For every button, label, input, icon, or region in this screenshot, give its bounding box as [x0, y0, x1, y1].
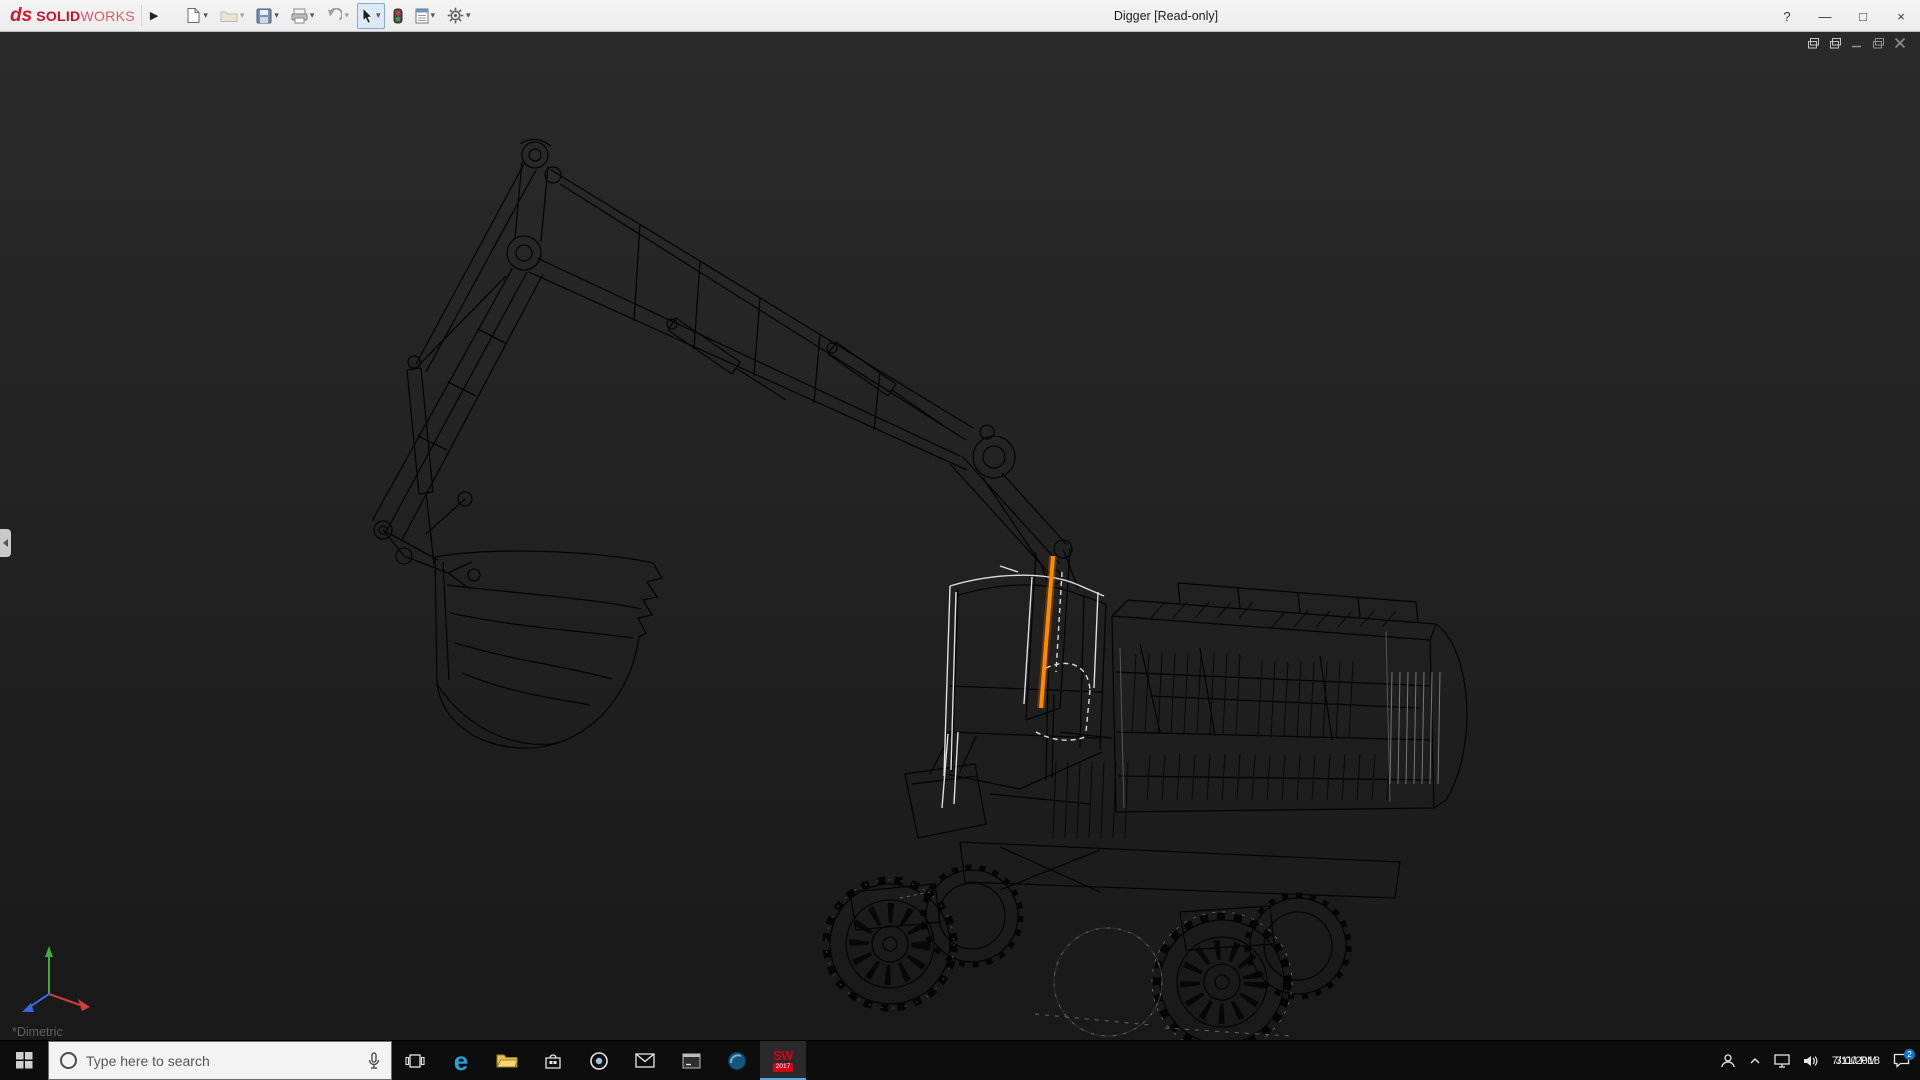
- help-icon: ?: [1783, 9, 1790, 24]
- task-view-button[interactable]: [392, 1041, 438, 1080]
- file-properties-icon: [415, 8, 429, 24]
- edge-button[interactable]: e: [438, 1041, 484, 1080]
- brand-name-bold: SOLID: [36, 8, 80, 24]
- microphone-icon[interactable]: [367, 1052, 381, 1070]
- hidden-icons-button[interactable]: [1749, 1056, 1761, 1066]
- file-explorer-button[interactable]: [484, 1041, 530, 1080]
- print-icon: [291, 8, 308, 24]
- document-window-controls: [1807, 37, 1906, 49]
- menu-flyout-button[interactable]: ▶: [141, 5, 166, 26]
- dropdown-caret-icon: ▾: [466, 11, 471, 20]
- dropdown-caret-icon: ▾: [274, 11, 279, 20]
- windows-logo-icon: [16, 1052, 33, 1069]
- system-tray: 3:00 PM 7/11/2018 2: [1720, 1041, 1920, 1080]
- chevron-left-icon: [3, 539, 8, 547]
- mail-button[interactable]: [622, 1041, 668, 1080]
- file-properties-button[interactable]: ▾: [411, 3, 440, 29]
- command-prompt-button[interactable]: [668, 1041, 714, 1080]
- orientation-triad: [4, 926, 100, 1018]
- store-bag-icon: [544, 1052, 562, 1070]
- excavator-wireframe-model[interactable]: [0, 32, 1920, 1040]
- select-button[interactable]: ▾: [357, 3, 385, 29]
- rebuild-button[interactable]: [389, 3, 407, 29]
- doc-minimize-icon[interactable]: [1851, 37, 1863, 49]
- window-controls: ? — □ ×: [1768, 0, 1920, 32]
- screen: ds SOLID WORKS ▶ ▾ ▾ ▾ ▾: [0, 0, 1920, 1080]
- folder-icon: [496, 1052, 518, 1069]
- solidworks-2017-icon: SW 2017: [773, 1049, 793, 1072]
- dropdown-caret-icon: ▾: [431, 11, 436, 20]
- rebuild-icon: [393, 8, 403, 24]
- save-icon: [256, 8, 272, 24]
- save-button[interactable]: ▾: [252, 3, 283, 29]
- ds-logo-icon: ds: [10, 5, 32, 27]
- notification-badge: 2: [1904, 1049, 1915, 1060]
- minimize-icon: —: [1819, 9, 1832, 24]
- mail-envelope-icon: [635, 1053, 655, 1068]
- network-button[interactable]: [1774, 1054, 1790, 1068]
- open-folder-icon: [220, 9, 238, 23]
- dropdown-caret-icon: ▾: [310, 11, 315, 20]
- taskbar-search[interactable]: [48, 1041, 392, 1080]
- search-input[interactable]: [86, 1053, 357, 1069]
- circle-app-button[interactable]: [576, 1041, 622, 1080]
- task-view-icon: [405, 1053, 425, 1069]
- chevron-up-icon: [1749, 1056, 1761, 1066]
- main-toolbar: ▾ ▾ ▾ ▾ ▾ ▾: [180, 0, 476, 32]
- people-icon: [1720, 1053, 1736, 1069]
- select-cursor-icon: [361, 7, 374, 24]
- collapsed-panel-tab[interactable]: [0, 529, 11, 557]
- volume-button[interactable]: [1803, 1054, 1819, 1068]
- people-button[interactable]: [1720, 1053, 1736, 1069]
- new-document-icon: [186, 7, 201, 24]
- doc-restore-icon[interactable]: [1872, 37, 1885, 49]
- minimize-button[interactable]: —: [1806, 0, 1844, 32]
- doc-window-icon[interactable]: [1807, 37, 1820, 49]
- gear-icon: [447, 7, 464, 24]
- flyout-arrow-icon: ▶: [150, 10, 158, 22]
- circle-app-icon: [589, 1051, 609, 1071]
- undo-icon: [326, 8, 342, 23]
- view-orientation-label: *Dimetric: [12, 1025, 63, 1039]
- solidworks-logo: ds SOLID WORKS: [0, 5, 141, 27]
- new-document-button[interactable]: ▾: [182, 3, 212, 29]
- maximize-icon: □: [1859, 9, 1867, 24]
- edrawings-button[interactable]: [714, 1041, 760, 1080]
- doc-window-icon[interactable]: [1829, 37, 1842, 49]
- document-title: Digger [Read-only]: [1114, 0, 1218, 32]
- close-button[interactable]: ×: [1882, 0, 1920, 32]
- edrawings-icon: [727, 1051, 747, 1071]
- store-button[interactable]: [530, 1041, 576, 1080]
- print-button[interactable]: ▾: [287, 3, 319, 29]
- dropdown-caret-icon: ▾: [376, 11, 381, 20]
- action-center-button[interactable]: 2: [1893, 1053, 1910, 1068]
- speaker-icon: [1803, 1054, 1819, 1068]
- cortana-icon: [60, 1052, 77, 1069]
- maximize-button[interactable]: □: [1844, 0, 1882, 32]
- edge-icon: e: [454, 1048, 468, 1074]
- solidworks-taskbar-button[interactable]: SW 2017: [760, 1041, 806, 1080]
- options-button[interactable]: ▾: [443, 3, 475, 29]
- app-titlebar: ds SOLID WORKS ▶ ▾ ▾ ▾ ▾: [0, 0, 1920, 32]
- dropdown-caret-icon: ▾: [240, 11, 245, 20]
- open-document-button[interactable]: ▾: [216, 3, 249, 29]
- undo-button[interactable]: ▾: [322, 3, 353, 29]
- help-button[interactable]: ?: [1768, 0, 1806, 32]
- brand-name-light: WORKS: [80, 8, 134, 24]
- close-icon: ×: [1897, 9, 1905, 24]
- start-button[interactable]: [0, 1041, 48, 1080]
- dropdown-caret-icon: ▾: [203, 11, 208, 20]
- command-prompt-icon: [682, 1053, 701, 1069]
- dropdown-caret-icon: ▾: [344, 11, 349, 20]
- windows-taskbar: e SW 2017: [0, 1040, 1920, 1080]
- network-monitor-icon: [1774, 1054, 1790, 1068]
- doc-close-icon[interactable]: [1894, 37, 1906, 49]
- graphics-viewport[interactable]: *Dimetric: [0, 32, 1920, 1040]
